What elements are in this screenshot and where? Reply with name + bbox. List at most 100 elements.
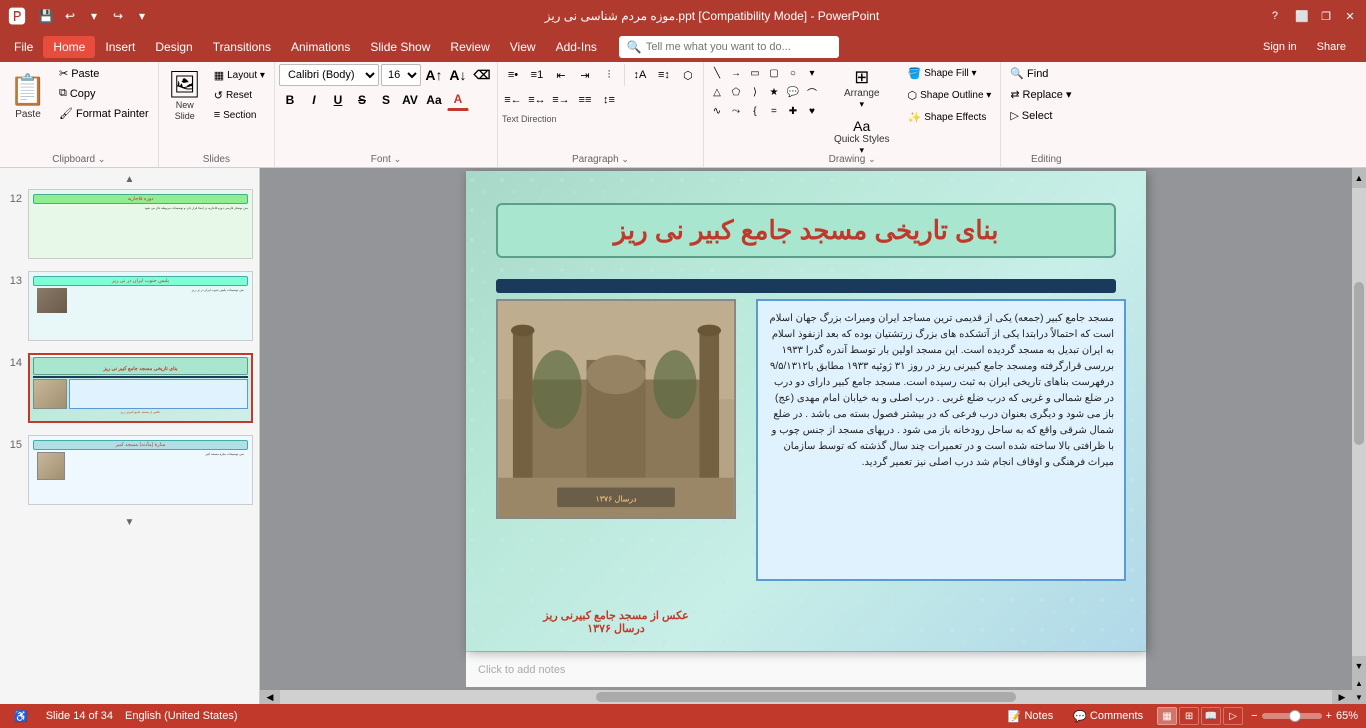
menu-file[interactable]: File [4,36,43,58]
shape-fill-button[interactable]: 🪣 Shape Fill ▾ [903,64,997,83]
align-left-button[interactable]: ≡← [502,89,524,111]
zoom-slider[interactable] [1262,713,1322,719]
quick-access-customize[interactable]: ▾ [132,6,152,26]
zoom-in-button[interactable]: + [1326,710,1332,722]
menu-home[interactable]: Home [43,36,95,58]
shape-equation[interactable]: = [765,102,783,120]
slide-thumb-13[interactable]: پلیس جنوب ایران در نی ریز متن توضیحات پل… [28,271,253,341]
line-spacing-button[interactable]: ↕≡ [598,89,620,111]
redo-button[interactable]: ↪ [108,6,128,26]
decrease-font-button[interactable]: A↓ [447,64,469,86]
shape-line[interactable]: ╲ [708,64,726,82]
shape-curve[interactable]: ⌒ [803,83,821,101]
menu-slideshow[interactable]: Slide Show [360,36,440,58]
shape-rounded-rect[interactable]: ▢ [765,64,783,82]
decrease-indent-button[interactable]: ⇤ [550,64,572,86]
menu-insert[interactable]: Insert [95,36,145,58]
slide-thumb-12[interactable]: دوره قاجاریه متن نوشتار فارسی دوره قاجار… [28,189,253,259]
v-scroll-track[interactable] [1352,188,1366,656]
menu-addins[interactable]: Add-Ins [546,36,607,58]
menu-view[interactable]: View [500,36,546,58]
align-text-button[interactable]: ≡↕ [653,64,675,86]
restore-button[interactable]: ❐ [1318,8,1334,24]
bold-button[interactable]: B [279,89,301,111]
shape-pentagon[interactable]: ⬠ [727,83,745,101]
font-name-select[interactable]: Calibri (Body) [279,64,379,86]
scroll-page-up[interactable]: ▲ [1352,676,1366,690]
shape-brace[interactable]: { [746,102,764,120]
section-button[interactable]: ≡ Section [209,106,270,124]
shadow-button[interactable]: S [375,89,397,111]
shape-connector[interactable]: ⤳ [727,102,745,120]
font-size-select[interactable]: 16 [381,64,421,86]
italic-button[interactable]: I [303,89,325,111]
save-button[interactable]: 💾 [36,6,56,26]
slide-item-12[interactable]: 12 دوره قاجاریه متن نوشتار فارسی دوره قا… [4,187,255,261]
numbering-button[interactable]: ≡1 [526,64,548,86]
layout-button[interactable]: ▦ Layout ▾ [209,66,270,85]
normal-view-button[interactable]: ▦ [1157,707,1177,725]
comments-button[interactable]: 💬 Comments [1067,708,1149,725]
shape-freeform[interactable]: ∿ [708,102,726,120]
menu-design[interactable]: Design [145,36,202,58]
share-button[interactable]: Share [1309,39,1354,55]
slide-thumb-14[interactable]: بنای تاریخی مسجد جامع کبیر نی ریز عکس از… [28,353,253,423]
shape-triangle[interactable]: △ [708,83,726,101]
shape-effects-button[interactable]: ✨ Shape Effects [903,108,997,127]
shape-arrow[interactable]: → [727,64,745,82]
menu-animations[interactable]: Animations [281,36,360,58]
text-direction-button[interactable]: ↕A [629,64,651,86]
slide-panel-scroll-down[interactable]: ▼ [4,515,255,530]
slide-panel-scroll-up[interactable]: ▲ [4,172,255,187]
slide-canvas[interactable]: بنای تاریخی مسجد جامع کبیر نی ریز [466,171,1146,651]
vertical-scrollbar[interactable]: ▲ ▼ ▲ ▼ [1352,168,1366,704]
paste-button[interactable]: 📋 Paste [4,64,52,128]
scroll-down-btn[interactable]: ▼ [1352,656,1366,676]
increase-font-button[interactable]: A↑ [423,64,445,86]
shape-callout[interactable]: 💬 [784,83,802,101]
format-painter-button[interactable]: 🖌 Format Painter [54,104,154,123]
slide-sorter-button[interactable]: ⊞ [1179,707,1199,725]
shape-rect[interactable]: ▭ [746,64,764,82]
notes-area[interactable]: Click to add notes [466,651,1146,687]
char-spacing-button[interactable]: AV [399,89,421,111]
quick-styles-button[interactable]: Aa Quick Styles ▾ [827,115,897,159]
shape-cross[interactable]: ✚ [784,102,802,120]
shape-star[interactable]: ★ [765,83,783,101]
horizontal-scrollbar[interactable]: ◀ ▶ [260,690,1352,704]
undo-dropdown[interactable]: ▾ [84,6,104,26]
copy-button[interactable]: ⧉ Copy [54,84,154,103]
tell-me-input[interactable] [646,41,826,53]
undo-button[interactable]: ↩ [60,6,80,26]
slide-item-15[interactable]: 15 منارهٔ (مأذنه) مسجد کبیر متن توضیحات … [4,433,255,507]
font-color-button[interactable]: A [447,89,469,111]
menu-transitions[interactable]: Transitions [203,36,281,58]
shape-more[interactable]: ▾ [803,64,821,82]
shape-heart[interactable]: ♥ [803,102,821,120]
shape-oval[interactable]: ○ [784,64,802,82]
find-button[interactable]: 🔍 Find [1005,64,1053,83]
justify-button[interactable]: ≡≡ [574,89,596,111]
slide-item-14[interactable]: 14 بنای تاریخی مسجد جامع کبیر نی ریز عکس… [4,351,255,425]
zoom-slider-thumb[interactable] [1289,710,1301,722]
slideshow-button[interactable]: ▷ [1223,707,1243,725]
slide-thumb-15[interactable]: منارهٔ (مأذنه) مسجد کبیر متن توضیحات منا… [28,435,253,505]
underline-button[interactable]: U [327,89,349,111]
shape-outline-button[interactable]: ⬡ Shape Outline ▾ [903,86,997,105]
scroll-up-btn[interactable]: ▲ [1352,168,1366,188]
change-case-button[interactable]: Aa [423,89,445,111]
scroll-left-btn[interactable]: ◀ [260,690,280,704]
increase-indent-button[interactable]: ⇥ [574,64,596,86]
menu-review[interactable]: Review [440,36,499,58]
columns-button[interactable]: ⫶ [598,64,620,86]
replace-button[interactable]: ⇄ Replace ▾ [1005,85,1076,104]
align-right-button[interactable]: ≡→ [550,89,572,111]
reset-button[interactable]: ↺ Reset [209,86,270,105]
new-slide-button[interactable]: 🖼 NewSlide [163,64,207,128]
slide-text-box[interactable]: مسجد جامع کبیر (جمعه) یکی از قدیمی ترین … [756,299,1126,581]
close-button[interactable]: ✕ [1342,8,1358,24]
sign-in-button[interactable]: Sign in [1255,39,1305,55]
h-scroll-thumb[interactable] [596,692,1017,702]
reading-view-button[interactable]: 📖 [1201,707,1221,725]
select-button[interactable]: ▷ Select [1005,106,1057,125]
